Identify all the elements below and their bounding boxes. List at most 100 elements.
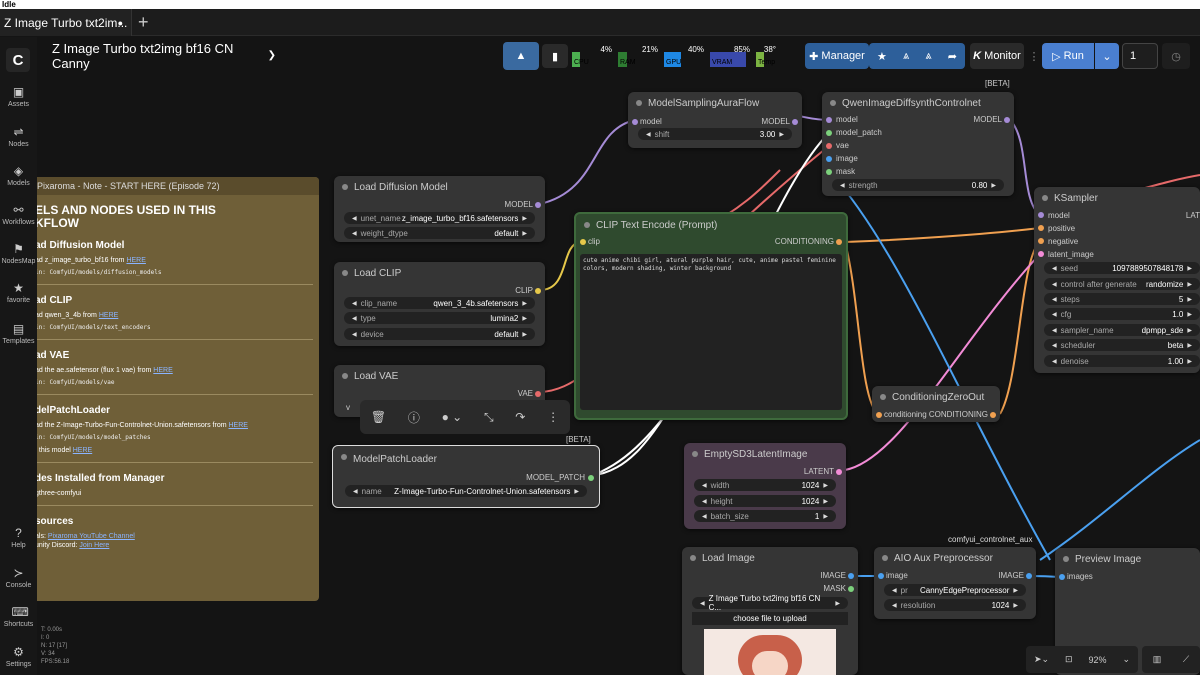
- note-link[interactable]: Pixaroma YouTube Channel: [48, 533, 135, 540]
- output-port[interactable]: [836, 239, 842, 245]
- queue-count-input[interactable]: 1: [1122, 43, 1158, 69]
- output-port[interactable]: [990, 412, 996, 418]
- seed-widget[interactable]: seed1097889507848178: [1044, 262, 1200, 274]
- preprocessor-widget[interactable]: prCannyEdgePreprocessor: [884, 584, 1026, 596]
- output-port[interactable]: [848, 586, 854, 592]
- output-port[interactable]: [1026, 573, 1032, 579]
- input-port[interactable]: [1038, 212, 1044, 218]
- note-link[interactable]: HERE: [153, 367, 172, 374]
- resolution-widget[interactable]: resolution1024: [884, 599, 1026, 611]
- zoom-level[interactable]: 92%: [1088, 655, 1106, 665]
- note-link[interactable]: HERE: [99, 312, 118, 319]
- type-widget[interactable]: typelumina2: [344, 312, 535, 324]
- height-widget[interactable]: height1024: [694, 495, 836, 507]
- node-load-clip[interactable]: Load CLIP CLIP clip_nameqwen_3_4b.safete…: [334, 262, 545, 346]
- star-icon[interactable]: ★: [877, 50, 887, 63]
- scheduler-widget[interactable]: schedulerbeta: [1044, 339, 1200, 351]
- sidebar-item-settings[interactable]: ⚙ Settings: [0, 645, 37, 668]
- sidebar-item-favorite[interactable]: ★ favorite: [0, 281, 37, 304]
- output-port[interactable]: [535, 391, 541, 397]
- node-aio-preprocessor[interactable]: AIO Aux Preprocessor image IMAGE prCanny…: [874, 547, 1036, 619]
- input-port[interactable]: [826, 169, 832, 175]
- note-link[interactable]: HERE: [126, 257, 145, 264]
- sidebar-item-shortcuts[interactable]: ⌨ Shortcuts: [0, 605, 37, 628]
- vae-widget-label[interactable]: v: [346, 403, 350, 412]
- output-port[interactable]: [1004, 117, 1010, 123]
- steps-widget[interactable]: steps5: [1044, 293, 1200, 305]
- note-link[interactable]: HERE: [73, 447, 92, 454]
- output-port[interactable]: [792, 119, 798, 125]
- input-port[interactable]: [826, 143, 832, 149]
- sidebar-item-assets[interactable]: ▣ Assets: [0, 85, 37, 108]
- fit-view-icon[interactable]: ⊡: [1065, 654, 1073, 665]
- sampler-widget[interactable]: sampler_namedpmpp_sde: [1044, 324, 1200, 336]
- clip-name-widget[interactable]: clip_nameqwen_3_4b.safetensors: [344, 297, 535, 309]
- collapse-icon[interactable]: ⤡: [484, 410, 494, 425]
- input-port[interactable]: [1059, 574, 1065, 580]
- image-file-widget[interactable]: Z Image Turbo txt2img bf16 CN C...: [692, 594, 848, 612]
- pointer-icon[interactable]: ➤⌄: [1034, 654, 1049, 665]
- sidebar-item-console[interactable]: ≻ Console: [0, 566, 37, 589]
- name-widget[interactable]: nameZ-Image-Turbo-Fun-Controlnet-Union.s…: [345, 485, 587, 497]
- input-port[interactable]: [876, 412, 882, 418]
- note-link[interactable]: Join Here: [79, 542, 109, 549]
- info-icon[interactable]: ⓘ: [408, 409, 420, 426]
- node-clip-text-encode[interactable]: CLIP Text Encode (Prompt) clip CONDITION…: [574, 212, 848, 420]
- node-load-diffusion[interactable]: Load Diffusion Model MODEL unet_namez_im…: [334, 176, 545, 242]
- tool-a-icon[interactable]: ⩓: [903, 50, 909, 63]
- link-visibility-icon[interactable]: ⟋: [1183, 654, 1189, 665]
- share-icon[interactable]: ➦: [948, 50, 957, 63]
- run-button[interactable]: ▷ Run: [1042, 43, 1094, 69]
- sidebar-item-nodesmap[interactable]: ⚑ NodesMap: [0, 242, 37, 265]
- input-port[interactable]: [826, 156, 832, 162]
- upload-button[interactable]: choose file to upload: [692, 612, 848, 625]
- prompt-textarea[interactable]: cute anime chibi girl, atural purple hai…: [580, 254, 842, 410]
- input-port[interactable]: [826, 130, 832, 136]
- tab-workflow[interactable]: Z Image Turbo txt2im... ●: [0, 9, 132, 36]
- sidebar-item-models[interactable]: ◈ Models: [0, 164, 37, 187]
- manager-button[interactable]: ✚ Manager: [805, 43, 869, 69]
- node-ksampler[interactable]: KSampler model positive negative latent_…: [1034, 187, 1200, 373]
- trash-icon[interactable]: 🗑: [371, 410, 386, 424]
- comfy-logo-icon[interactable]: C: [6, 48, 30, 72]
- input-port[interactable]: [878, 573, 884, 579]
- history-icon[interactable]: ◷: [1162, 43, 1190, 69]
- node-model-patch-loader[interactable]: ModelPatchLoader MODEL_PATCH nameZ-Image…: [332, 445, 600, 508]
- width-widget[interactable]: width1024: [694, 479, 836, 491]
- zoom-chevron-icon[interactable]: ⌄: [1122, 654, 1130, 665]
- monitor-button[interactable]: K Monitor: [970, 43, 1024, 69]
- output-port[interactable]: [836, 469, 842, 475]
- node-qwen-controlnet[interactable]: QwenImageDiffsynthControlnet model model…: [822, 92, 1014, 196]
- run-mode-dropdown[interactable]: ⌄: [1095, 43, 1119, 69]
- output-port[interactable]: [848, 573, 854, 579]
- unet-widget[interactable]: unet_namez_image_turbo_bf16.safetensors: [344, 212, 535, 224]
- sidebar-item-help[interactable]: ? Help: [0, 526, 37, 549]
- node-empty-latent[interactable]: EmptySD3LatentImage LATENT width1024 hei…: [684, 443, 846, 529]
- device-widget[interactable]: devicedefault: [344, 328, 535, 340]
- input-port[interactable]: [826, 117, 832, 123]
- denoise-widget[interactable]: denoise1.00: [1044, 355, 1200, 367]
- sidebar-item-workflows[interactable]: ⚯ Workflows: [0, 203, 37, 226]
- node-model-sampling[interactable]: ModelSamplingAuraFlow model MODEL shift3…: [628, 92, 802, 148]
- dtype-widget[interactable]: weight_dtypedefault: [344, 227, 535, 239]
- sidebar-item-templates[interactable]: ▤ Templates: [0, 322, 37, 345]
- drag-handle-icon[interactable]: ⋮: [1029, 43, 1040, 69]
- node-load-image[interactable]: Load Image IMAGE MASK Z Image Turbo txt2…: [682, 547, 858, 675]
- input-port[interactable]: [632, 119, 638, 125]
- output-port[interactable]: [535, 202, 541, 208]
- map-icon[interactable]: ▥: [1153, 654, 1162, 665]
- workflow-selector[interactable]: Z Image Turbo txt2img bf16 CN Canny ❯: [40, 37, 276, 74]
- color-icon[interactable]: ● ⌄: [442, 410, 463, 424]
- shift-widget[interactable]: shift3.00: [638, 128, 792, 140]
- input-port[interactable]: [1038, 225, 1044, 231]
- input-port[interactable]: [580, 239, 586, 245]
- batch-size-widget[interactable]: batch_size1: [694, 510, 836, 522]
- output-port[interactable]: [535, 288, 541, 294]
- note-node[interactable]: Pixaroma - Note - START HERE (Episode 72…: [31, 177, 319, 601]
- input-port[interactable]: [1038, 251, 1044, 257]
- control-widget[interactable]: control after generaterandomize: [1044, 278, 1200, 290]
- bypass-icon[interactable]: ↷: [515, 410, 525, 424]
- new-tab-button[interactable]: +: [138, 12, 156, 32]
- note-link[interactable]: HERE: [229, 422, 248, 429]
- strength-widget[interactable]: strength0.80: [832, 179, 1004, 191]
